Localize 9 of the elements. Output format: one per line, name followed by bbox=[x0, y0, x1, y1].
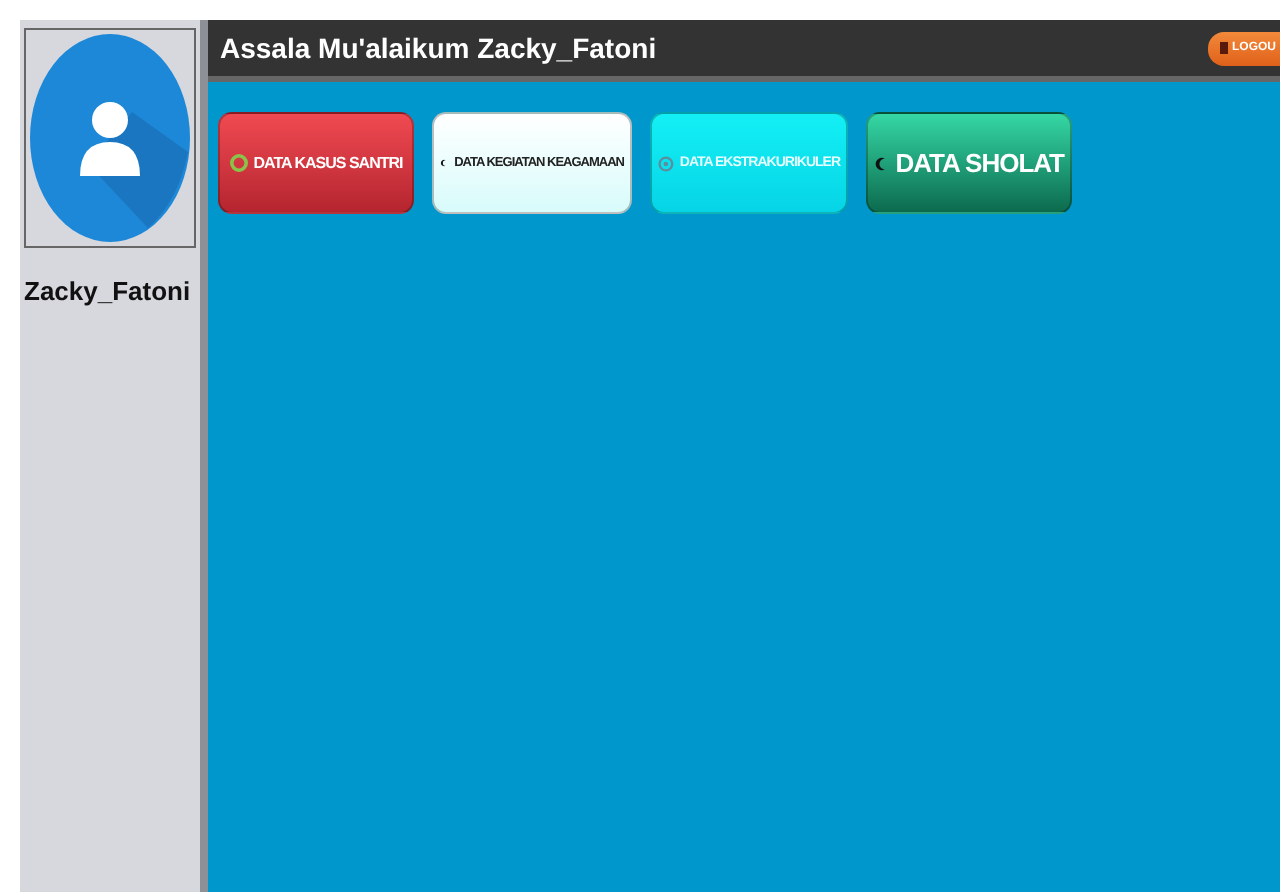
crescent-icon bbox=[440, 156, 449, 170]
user-avatar-icon bbox=[28, 32, 192, 244]
menu-button[interactable]: DATA SHOLAT bbox=[866, 112, 1072, 214]
gear-icon bbox=[658, 155, 674, 171]
menu-button[interactable]: DATA KASUS SANTRI bbox=[218, 112, 414, 214]
user-name: Zacky_Fatoni bbox=[22, 276, 191, 306]
door-icon bbox=[1218, 42, 1228, 54]
ring-icon bbox=[229, 154, 248, 172]
greeting-text: Assala Mu'alaikum Zacky_Fatoni bbox=[220, 32, 657, 64]
